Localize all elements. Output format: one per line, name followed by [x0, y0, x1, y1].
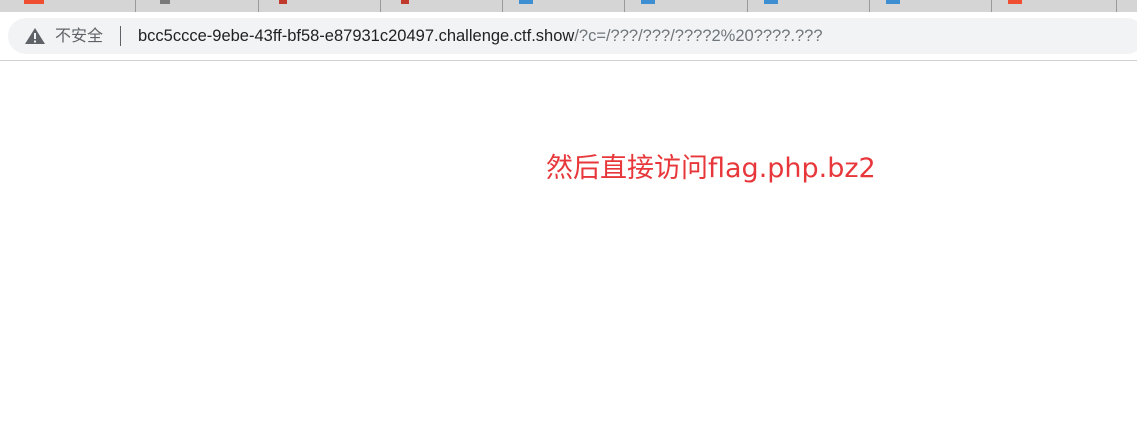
tab-favicon-icon	[401, 0, 409, 4]
browser-tab[interactable]	[136, 0, 259, 12]
browser-tab[interactable]	[503, 0, 625, 12]
tab-favicon-icon	[1008, 0, 1022, 4]
browser-tab[interactable]	[870, 0, 992, 12]
browser-tab[interactable]	[259, 0, 381, 12]
url-host: bcc5ccce-9ebe-43ff-bf58-e87931c20497.cha…	[138, 27, 575, 45]
address-bar[interactable]: 不安全 bcc5ccce-9ebe-43ff-bf58-e87931c20497…	[8, 18, 1137, 54]
warning-icon[interactable]	[24, 27, 46, 45]
tab-favicon-icon	[519, 0, 533, 4]
tab-favicon-icon	[886, 0, 900, 4]
page-content: 然后直接访问flag.php.bz2	[0, 61, 1137, 439]
tab-favicon-icon	[24, 0, 44, 4]
browser-tab[interactable]	[0, 0, 136, 12]
hint-message: 然后直接访问flag.php.bz2	[546, 153, 876, 184]
browser-tab[interactable]	[748, 0, 870, 12]
url-text[interactable]: bcc5ccce-9ebe-43ff-bf58-e87931c20497.cha…	[138, 26, 823, 46]
security-label[interactable]: 不安全	[55, 26, 103, 46]
tab-favicon-icon	[160, 0, 170, 4]
tab-favicon-icon	[641, 0, 655, 4]
divider	[120, 26, 121, 46]
tab-favicon-icon	[764, 0, 778, 4]
url-path: /?c=/???/???/????2%20????.???	[574, 27, 823, 45]
browser-tab[interactable]	[381, 0, 503, 12]
tab-favicon-icon	[279, 0, 287, 4]
browser-toolbar: 不安全 bcc5ccce-9ebe-43ff-bf58-e87931c20497…	[0, 12, 1137, 61]
browser-tab[interactable]	[625, 0, 748, 12]
browser-tab[interactable]	[992, 0, 1117, 12]
